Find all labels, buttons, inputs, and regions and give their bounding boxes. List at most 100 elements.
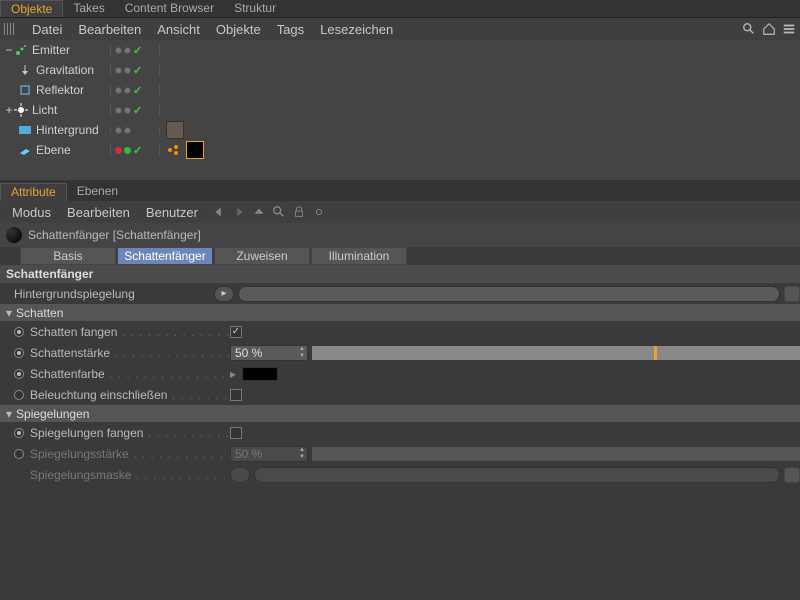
object-manager-menubar: Datei Bearbeiten Ansicht Objekte Tags Le… xyxy=(0,18,800,40)
nav-back-icon[interactable] xyxy=(212,205,226,219)
subsection-spiegelungen[interactable]: ▾Spiegelungen xyxy=(0,405,800,422)
expander-icon[interactable]: + xyxy=(4,103,14,117)
material-preview-icon xyxy=(6,227,22,243)
menu-bearbeiten-attr[interactable]: Bearbeiten xyxy=(59,205,138,220)
enable-check-icon[interactable]: ✓ xyxy=(133,144,142,157)
prop-label: Hintergrundspiegelung xyxy=(14,287,135,301)
prop-spiegelungsmaske: Spiegelungsmaske xyxy=(0,464,800,485)
object-row-hintergrund[interactable]: Hintergrund xyxy=(0,120,800,140)
visibility-dot[interactable] xyxy=(115,47,122,54)
input-schattenstaerke[interactable]: 50 %▲▼ xyxy=(230,345,308,361)
tab-takes[interactable]: Takes xyxy=(63,0,114,17)
collapse-icon: ▾ xyxy=(6,306,12,320)
settings-icon[interactable] xyxy=(312,205,326,219)
render-dot[interactable] xyxy=(124,87,131,94)
enable-check-icon[interactable]: ✓ xyxy=(133,104,142,117)
visibility-dot[interactable] xyxy=(115,107,122,114)
render-dot[interactable] xyxy=(124,127,131,134)
object-name: Licht xyxy=(32,103,57,117)
menu-tags[interactable]: Tags xyxy=(269,22,312,37)
attribute-panel-tabs: Attribute Ebenen xyxy=(0,183,800,201)
slider-schattenstaerke[interactable] xyxy=(312,346,800,360)
expand-arrow-icon[interactable]: ▸ xyxy=(230,367,236,381)
menu-modus[interactable]: Modus xyxy=(4,205,59,220)
object-row-gravitation[interactable]: Gravitation ✓ xyxy=(0,60,800,80)
subsection-schatten[interactable]: ▾Schatten xyxy=(0,304,800,321)
menu-extra-icon[interactable] xyxy=(782,22,796,36)
menu-objekte[interactable]: Objekte xyxy=(208,22,269,37)
object-row-ebene[interactable]: Ebene ✓ xyxy=(0,140,800,160)
tab-content-browser[interactable]: Content Browser xyxy=(115,0,224,17)
nav-up-icon[interactable] xyxy=(252,205,266,219)
checkbox-spiegelungen-fangen[interactable] xyxy=(230,427,242,439)
shader-link-field[interactable] xyxy=(238,286,780,302)
enable-check-icon[interactable]: ✓ xyxy=(133,44,142,57)
expander-icon[interactable]: − xyxy=(4,43,14,57)
tab-attribute[interactable]: Attribute xyxy=(0,183,67,201)
anim-dot[interactable] xyxy=(14,369,24,379)
prop-label: Beleuchtung einschließen xyxy=(30,388,167,402)
checkbox-beleuchtung[interactable] xyxy=(230,389,242,401)
lock-icon[interactable] xyxy=(292,205,306,219)
visibility-dot[interactable] xyxy=(115,147,122,154)
shader-arrow-button[interactable]: ▸ xyxy=(214,286,234,302)
tab-ebenen[interactable]: Ebenen xyxy=(67,183,128,201)
anim-dot[interactable] xyxy=(14,428,24,438)
object-name: Hintergrund xyxy=(36,123,99,137)
object-row-emitter[interactable]: − Emitter ✓ xyxy=(0,40,800,60)
color-swatch-schattenfarbe[interactable] xyxy=(242,367,278,381)
shader-picker-button[interactable] xyxy=(784,286,800,302)
object-name: Reflektor xyxy=(36,83,84,97)
texture-tag-icon[interactable] xyxy=(166,121,184,139)
nav-fwd-icon[interactable] xyxy=(232,205,246,219)
shader-arrow-button xyxy=(230,467,250,483)
prop-label: Schattenstärke xyxy=(30,346,110,360)
compositing-tag-icon[interactable] xyxy=(166,142,182,158)
anim-dot[interactable] xyxy=(14,327,24,337)
menu-ansicht[interactable]: Ansicht xyxy=(149,22,208,37)
anim-dot[interactable] xyxy=(14,390,24,400)
panel-grip-icon xyxy=(4,23,16,35)
render-dot[interactable] xyxy=(124,147,131,154)
prop-hintergrundspiegelung: Hintergrundspiegelung ▸ xyxy=(0,283,800,304)
checkbox-schatten-fangen[interactable] xyxy=(230,326,242,338)
enable-check-icon[interactable]: ✓ xyxy=(133,84,142,97)
visibility-dot[interactable] xyxy=(115,67,122,74)
object-title-bar: Schattenfänger [Schattenfänger] xyxy=(0,223,800,247)
shader-picker-button xyxy=(784,467,800,483)
subtab-illumination[interactable]: Illumination xyxy=(311,247,407,265)
search-icon[interactable] xyxy=(742,22,756,36)
plane-icon xyxy=(18,143,32,157)
visibility-dot[interactable] xyxy=(115,87,122,94)
render-dot[interactable] xyxy=(124,47,131,54)
menu-datei[interactable]: Datei xyxy=(24,22,70,37)
panel-tabs-top: Objekte Takes Content Browser Struktur xyxy=(0,0,800,18)
menu-lesezeichen[interactable]: Lesezeichen xyxy=(312,22,401,37)
object-row-reflektor[interactable]: Reflektor ✓ xyxy=(0,80,800,100)
anim-dot[interactable] xyxy=(14,348,24,358)
search-icon[interactable] xyxy=(272,205,286,219)
prop-label: Schatten fangen xyxy=(30,325,117,339)
input-spiegelungsstaerke: 50 %▲▼ xyxy=(230,446,308,462)
render-dot[interactable] xyxy=(124,107,131,114)
emitter-icon xyxy=(14,43,28,57)
home-icon[interactable] xyxy=(762,22,776,36)
attribute-subtabs: Basis Schattenfänger Zuweisen Illuminati… xyxy=(0,247,800,265)
tab-objekte[interactable]: Objekte xyxy=(0,0,63,17)
object-row-licht[interactable]: + Licht ✓ xyxy=(0,100,800,120)
render-dot[interactable] xyxy=(124,67,131,74)
enable-check-icon[interactable]: ✓ xyxy=(133,64,142,77)
material-tag-icon[interactable] xyxy=(186,141,204,159)
prop-schatten-fangen: Schatten fangen xyxy=(0,321,800,342)
object-name: Gravitation xyxy=(36,63,94,77)
anim-dot xyxy=(14,449,24,459)
menu-benutzer[interactable]: Benutzer xyxy=(138,205,206,220)
subtab-zuweisen[interactable]: Zuweisen xyxy=(214,247,310,265)
light-icon xyxy=(14,103,28,117)
subtab-schattenfaenger[interactable]: Schattenfänger xyxy=(117,247,213,265)
prop-schattenstaerke: Schattenstärke 50 %▲▼ xyxy=(0,342,800,363)
subtab-basis[interactable]: Basis xyxy=(20,247,116,265)
tab-struktur[interactable]: Struktur xyxy=(224,0,286,17)
visibility-dot[interactable] xyxy=(115,127,122,134)
menu-bearbeiten[interactable]: Bearbeiten xyxy=(70,22,149,37)
